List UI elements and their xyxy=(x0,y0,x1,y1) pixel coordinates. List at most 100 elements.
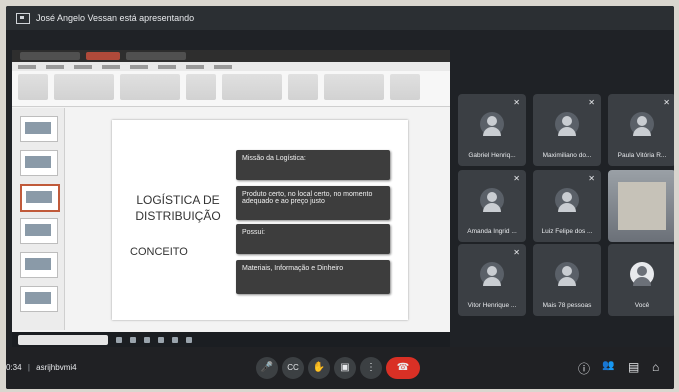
participant-tile[interactable]: ✕ Luiz Felipe dos ... xyxy=(533,170,601,242)
activities-icon[interactable]: ⌂ xyxy=(652,360,659,374)
meet-window: José Angelo Vessan está apresentando LOG… xyxy=(6,6,674,389)
slide-title: LOGÍSTICA DE DISTRIBUIÇÃO xyxy=(128,192,228,224)
ribbon-group xyxy=(120,74,180,100)
ribbon-tab xyxy=(46,65,64,69)
ribbon-tab xyxy=(18,65,36,69)
people-icon[interactable]: 👥 xyxy=(602,360,614,371)
slide-title-line1: LOGÍSTICA DE xyxy=(136,193,220,207)
time-text: 0:34 xyxy=(6,363,22,372)
slide-thumbnail xyxy=(20,252,58,278)
slide-title-line2: DISTRIBUIÇÃO xyxy=(135,209,221,223)
ribbon-group xyxy=(222,74,282,100)
ribbon-tab xyxy=(186,65,204,69)
ppt-title-segment xyxy=(86,52,120,60)
ribbon-tab xyxy=(214,65,232,69)
participant-tile[interactable]: ✕ Maximiliano do... xyxy=(533,94,601,166)
leave-call-button[interactable]: ☎ xyxy=(386,357,420,379)
ribbon-group xyxy=(186,74,216,100)
ppt-title-segment xyxy=(20,52,80,60)
meeting-time: 0:34 | asrijhbvmi4 xyxy=(6,363,77,372)
video-feed xyxy=(618,182,666,230)
slide-box-definition: Produto certo, no local certo, no moment… xyxy=(236,186,390,220)
slide-box-mission: Missão da Logística: xyxy=(236,150,390,180)
meeting-code: asrijhbvmi4 xyxy=(36,363,77,372)
participant-name: Gabriel Henriq... xyxy=(468,152,516,159)
participant-name: Luiz Felipe dos ... xyxy=(541,228,593,235)
hand-icon: ✋ xyxy=(312,362,326,373)
presenting-text: José Angelo Vessan está apresentando xyxy=(36,13,195,23)
ppt-titlebar xyxy=(12,50,450,62)
taskbar-icon xyxy=(144,337,150,343)
slide-thumbnail xyxy=(20,286,58,312)
taskbar-icon xyxy=(186,337,192,343)
group-avatar xyxy=(555,262,579,286)
participant-tile[interactable]: ✕ Paula Vitória R... xyxy=(608,94,674,166)
taskbar-icon xyxy=(158,337,164,343)
shared-screen: LOGÍSTICA DE DISTRIBUIÇÃO CONCEITO Missã… xyxy=(12,50,450,348)
taskbar-icon xyxy=(172,337,178,343)
more-people-label: Mais 78 pessoas xyxy=(542,302,592,309)
taskbar-search xyxy=(18,335,108,345)
present-screen-icon xyxy=(16,12,30,24)
muted-mic-icon: ✕ xyxy=(513,98,520,107)
participant-name: Vitor Henrique ... xyxy=(467,302,517,309)
current-slide: LOGÍSTICA DE DISTRIBUIÇÃO CONCEITO Missã… xyxy=(112,120,408,320)
taskbar-icon xyxy=(130,337,136,343)
ribbon-tab xyxy=(158,65,176,69)
avatar xyxy=(555,188,579,212)
separator: | xyxy=(27,363,30,372)
raise-hand-button[interactable]: ✋ xyxy=(308,357,330,379)
participant-tile[interactable]: ✕ Vitor Henrique ... xyxy=(458,244,526,316)
muted-mic-icon: ✕ xyxy=(513,248,520,257)
avatar xyxy=(480,188,504,212)
ppt-ribbon-tabs xyxy=(12,62,450,71)
participant-tile[interactable]: ✕ Gabriel Henriq... xyxy=(458,94,526,166)
ppt-ribbon xyxy=(12,71,450,107)
participant-tile[interactable]: ✕ Amanda Ingrid ... xyxy=(458,170,526,242)
muted-mic-icon: ✕ xyxy=(513,174,520,183)
muted-mic-icon: ✕ xyxy=(588,174,595,183)
slide-thumbnail xyxy=(20,218,58,244)
present-icon: ▣ xyxy=(340,362,350,373)
avatar xyxy=(630,112,654,136)
ribbon-group xyxy=(390,74,420,100)
presenting-banner: José Angelo Vessan está apresentando xyxy=(6,6,674,30)
self-name: Você xyxy=(634,302,650,309)
taskbar-icon xyxy=(116,337,122,343)
meeting-controls: 0:34 | asrijhbvmi4 🎤 CC ✋ ▣ ⋮ ☎ ⓘ 👥 ▤ ⌂ xyxy=(6,347,674,389)
captions-button[interactable]: CC xyxy=(282,357,304,379)
ribbon-tab xyxy=(74,65,92,69)
avatar xyxy=(630,262,654,286)
slide-thumbnail xyxy=(20,116,58,142)
participant-name: Maximiliano do... xyxy=(542,152,592,159)
slide-concept: CONCEITO xyxy=(130,246,188,258)
ribbon-group xyxy=(288,74,318,100)
ribbon-tab xyxy=(102,65,120,69)
slide-box-flows: Materiais, Informação e Dinheiro xyxy=(236,260,390,294)
captions-icon: CC xyxy=(287,363,299,372)
more-options-button[interactable]: ⋮ xyxy=(360,357,382,379)
info-icon[interactable]: ⓘ xyxy=(578,360,590,377)
self-tile[interactable]: Você xyxy=(608,244,674,316)
avatar xyxy=(480,262,504,286)
end-call-icon: ☎ xyxy=(396,362,410,373)
mic-button[interactable]: 🎤 xyxy=(256,357,278,379)
ribbon-group xyxy=(54,74,114,100)
participant-name: Amanda Ingrid ... xyxy=(467,228,517,235)
muted-mic-icon: ✕ xyxy=(588,98,595,107)
slide-thumbnails xyxy=(12,108,65,330)
participant-video-tile[interactable] xyxy=(608,170,674,242)
slide-thumbnail-selected xyxy=(20,184,60,212)
slide-thumbnail xyxy=(20,150,58,176)
chat-icon[interactable]: ▤ xyxy=(628,360,639,374)
slide-box-possui: Possui: xyxy=(236,224,390,254)
ribbon-group xyxy=(18,74,48,100)
ppt-title-segment xyxy=(126,52,186,60)
more-people-tile[interactable]: Mais 78 pessoas xyxy=(533,244,601,316)
avatar xyxy=(480,112,504,136)
present-button[interactable]: ▣ xyxy=(334,357,356,379)
ribbon-group xyxy=(324,74,384,100)
mic-icon: 🎤 xyxy=(260,362,274,373)
more-options-icon: ⋮ xyxy=(366,362,376,373)
avatar xyxy=(555,112,579,136)
